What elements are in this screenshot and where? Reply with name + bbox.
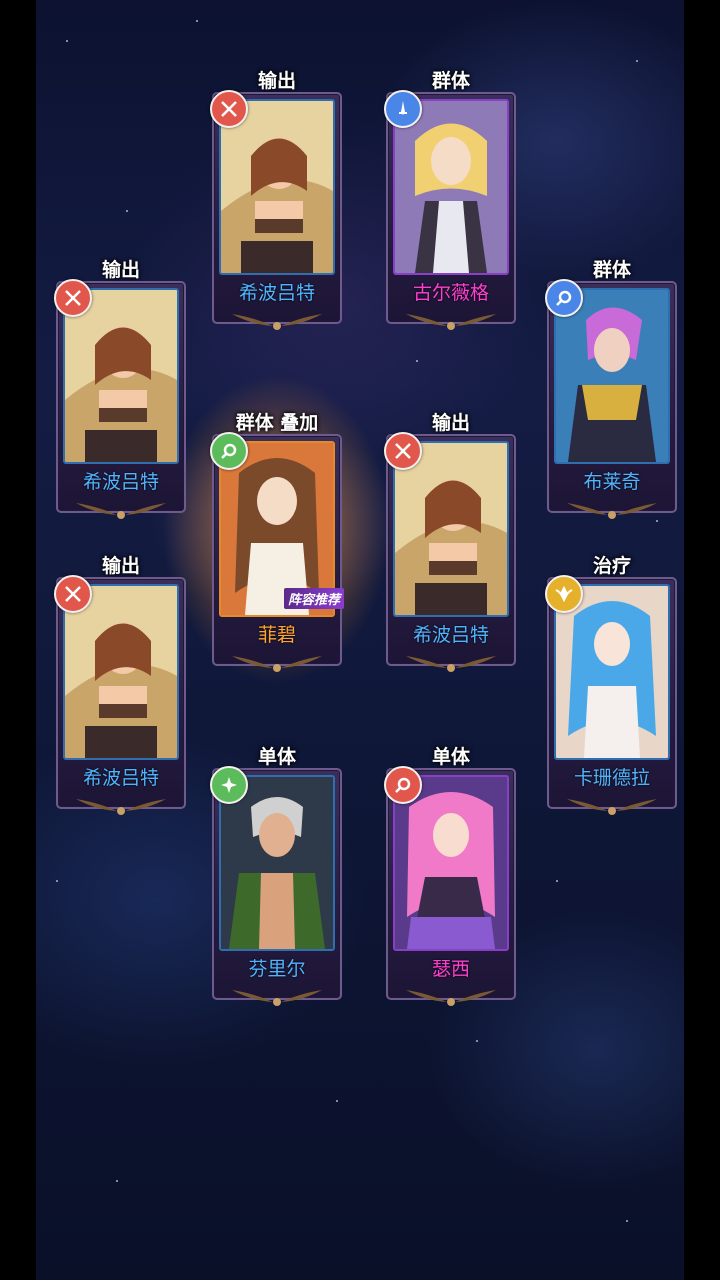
hero-card-fenrir[interactable]: 单体 芬里尔 [210,746,342,1006]
role-label: 输出 [101,259,140,281]
hero-name: 芬里尔 [248,958,306,980]
hero-name: 希波吕特 [238,282,315,304]
card-ornament [567,503,657,519]
star [476,1040,478,1042]
hero-name: 希波吕特 [82,471,159,493]
hero-card-hippolyta[interactable]: 输出 希波吕特 [54,259,186,519]
role-label: 输出 [101,555,140,577]
right-letterbox [684,0,720,1280]
hero-card-cassandra[interactable]: 治疗 卡珊德拉 [545,555,677,815]
hero-name: 菲碧 [257,624,296,646]
crossed-arrows-icon [210,90,248,128]
star [336,1100,338,1102]
role-label: 输出 [257,70,296,92]
card-ornament [232,314,322,330]
card-ornament [567,799,657,815]
hero-name: 古尔薇格 [412,282,489,304]
star [416,360,418,362]
card-ornament [406,656,496,672]
magnifier-icon [210,432,248,470]
role-label: 单体 [431,746,470,768]
star [116,1180,118,1182]
hero-name: 希波吕特 [82,767,159,789]
hero-card-hippolyta[interactable]: 输出 希波吕特 [54,555,186,815]
crossed-arrows-icon [384,432,422,470]
star [196,20,198,22]
hero-name: 卡珊德拉 [573,767,650,789]
hero-card-hippolyta[interactable]: 输出 希波吕特 [210,70,342,330]
star [626,1220,628,1222]
star [66,40,68,42]
role-label: 输出 [431,412,470,434]
wing-emblem-icon [545,575,583,613]
star [126,210,128,212]
hero-name: 布莱奇 [583,471,641,493]
hero-card-phoebe[interactable]: 群体 叠加 阵容推荐 菲碧 [162,374,392,684]
card-ornament [76,503,166,519]
star [556,880,558,882]
sword-icon [384,90,422,128]
role-label: 群体 [431,70,470,92]
crossed-arrows-icon [54,575,92,613]
role-label: 群体 叠加 [235,412,319,434]
role-label: 单体 [257,746,296,768]
card-ornament [406,314,496,330]
card-ornament [76,799,166,815]
magnifier-icon [384,766,422,804]
hero-card-gullveig[interactable]: 群体 古尔薇格 [384,70,516,330]
shuriken-icon [210,766,248,804]
role-label: 治疗 [592,555,631,577]
magnifier-icon [545,279,583,317]
hero-name: 希波吕特 [412,624,489,646]
hero-card-circe[interactable]: 单体 瑟西 [384,746,516,1006]
hero-card-hippolyta[interactable]: 输出 希波吕特 [384,412,516,672]
lineup-recommend-tag: 阵容推荐 [283,588,344,609]
left-letterbox [0,0,36,1280]
star [56,880,58,882]
hero-name: 瑟西 [431,958,470,980]
star [636,60,638,62]
card-ornament [232,656,322,672]
role-label: 群体 [592,259,631,281]
hero-card-bleich[interactable]: 群体 布莱奇 [545,259,677,519]
crossed-arrows-icon [54,279,92,317]
card-ornament [406,990,496,1006]
card-ornament [232,990,322,1006]
formation-board: 输出 希波吕特 群体 古尔薇格 输出 希波吕特 群体 布莱奇 群体 叠加 阵容推… [36,0,684,1280]
